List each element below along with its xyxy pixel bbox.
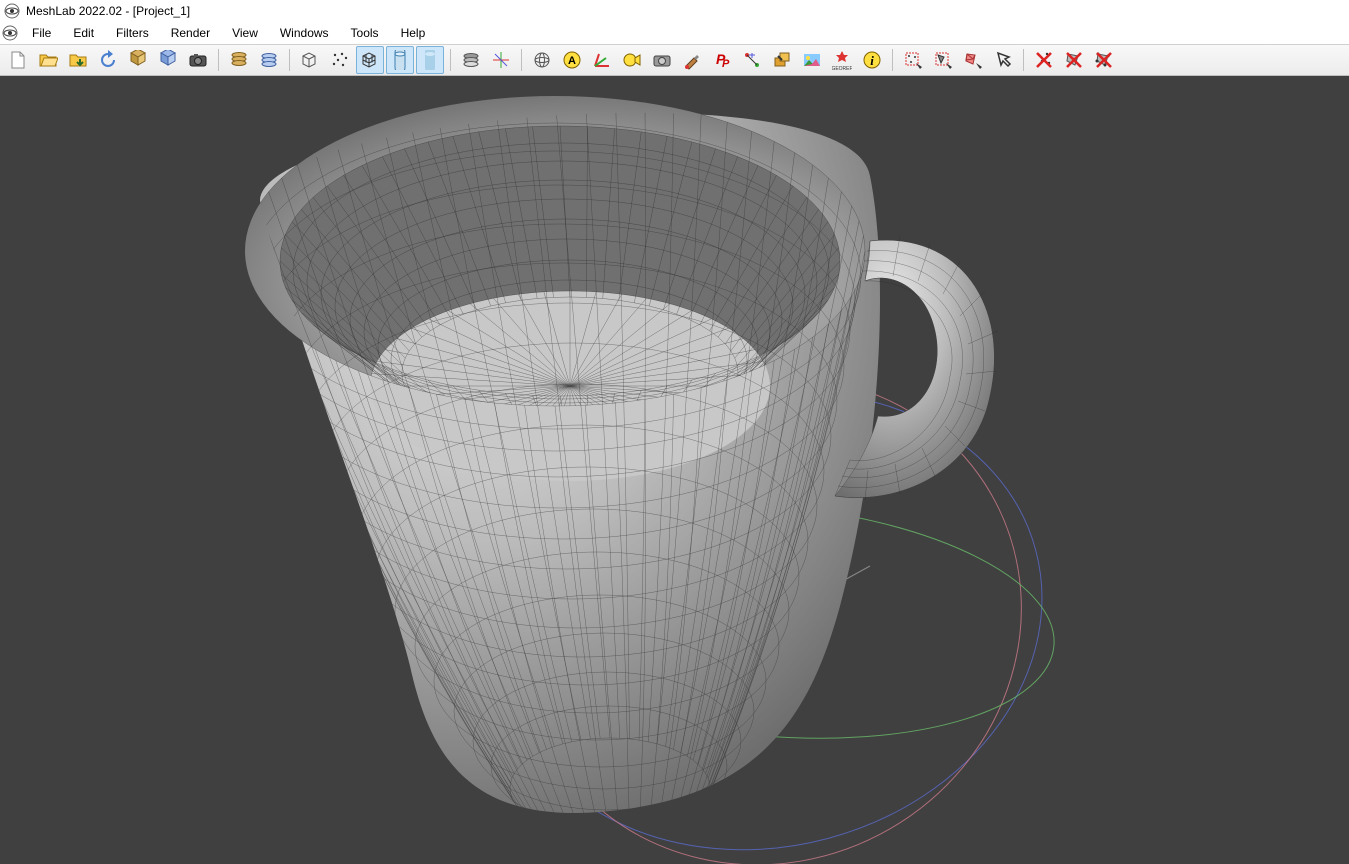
menu-help[interactable]: Help [391,23,436,43]
snapshot-button[interactable] [184,46,212,74]
menu-filters[interactable]: Filters [106,23,159,43]
toolbar-separator [218,49,219,71]
menubar: File Edit Filters Render View Windows To… [0,22,1349,44]
paint-button[interactable] [678,46,706,74]
flat-lines-button[interactable] [386,46,414,74]
measure-button[interactable] [738,46,766,74]
show-axis-button[interactable]: A [558,46,586,74]
menu-view[interactable]: View [222,23,268,43]
point-picking-button[interactable]: PP [708,46,736,74]
svg-text:P: P [722,58,730,70]
import-mesh-button[interactable] [64,46,92,74]
snapshot2-button[interactable] [648,46,676,74]
show-normals-button[interactable] [588,46,616,74]
points-button[interactable] [326,46,354,74]
delete-faces-verts-button[interactable] [1090,46,1118,74]
svg-text:GEOREF: GEOREF [832,66,852,71]
menu-tools[interactable]: Tools [341,23,389,43]
flat-button[interactable] [416,46,444,74]
toolbar-separator [450,49,451,71]
menu-file[interactable]: File [22,23,61,43]
trackball-button[interactable] [487,46,515,74]
toolbar-separator [289,49,290,71]
toggle-layers-button[interactable] [457,46,485,74]
info-button[interactable]: i [858,46,886,74]
select-connected-button[interactable] [959,46,987,74]
app-icon-small [2,25,18,41]
window-titlebar: MeshLab 2022.02 - [Project_1] [0,0,1349,22]
window-title: MeshLab 2022.02 - [Project_1] [26,4,190,18]
delete-vertices-button[interactable] [1030,46,1058,74]
viewport-3d[interactable] [0,76,1349,864]
svg-text:i: i [870,53,874,68]
select-vertices-button[interactable] [899,46,927,74]
layers-button[interactable] [255,46,283,74]
delete-faces-button[interactable] [1060,46,1088,74]
select-faces-button[interactable] [929,46,957,74]
wireframe-button[interactable] [356,46,384,74]
app-icon [4,3,20,19]
layer-dialog-button[interactable] [225,46,253,74]
mesh-cup [245,96,998,838]
reload-button[interactable] [94,46,122,74]
toolbar-separator [1023,49,1024,71]
bbox-button[interactable] [296,46,324,74]
svg-text:A: A [568,55,576,67]
select-tool-button[interactable] [989,46,1017,74]
light-button[interactable] [528,46,556,74]
toolbar-separator [521,49,522,71]
toolbar-separator [892,49,893,71]
menu-edit[interactable]: Edit [63,23,104,43]
viewport-canvas [0,76,1349,864]
raster-button[interactable] [798,46,826,74]
export-mesh-button[interactable] [124,46,152,74]
open-project-button[interactable] [34,46,62,74]
georef-button[interactable]: GEOREF [828,46,856,74]
menu-windows[interactable]: Windows [270,23,339,43]
new-project-button[interactable] [4,46,32,74]
toolbar: A PP GEOREF i [0,44,1349,76]
save-project-button[interactable] [154,46,182,74]
menu-render[interactable]: Render [161,23,220,43]
align-button[interactable] [768,46,796,74]
camera-button[interactable] [618,46,646,74]
